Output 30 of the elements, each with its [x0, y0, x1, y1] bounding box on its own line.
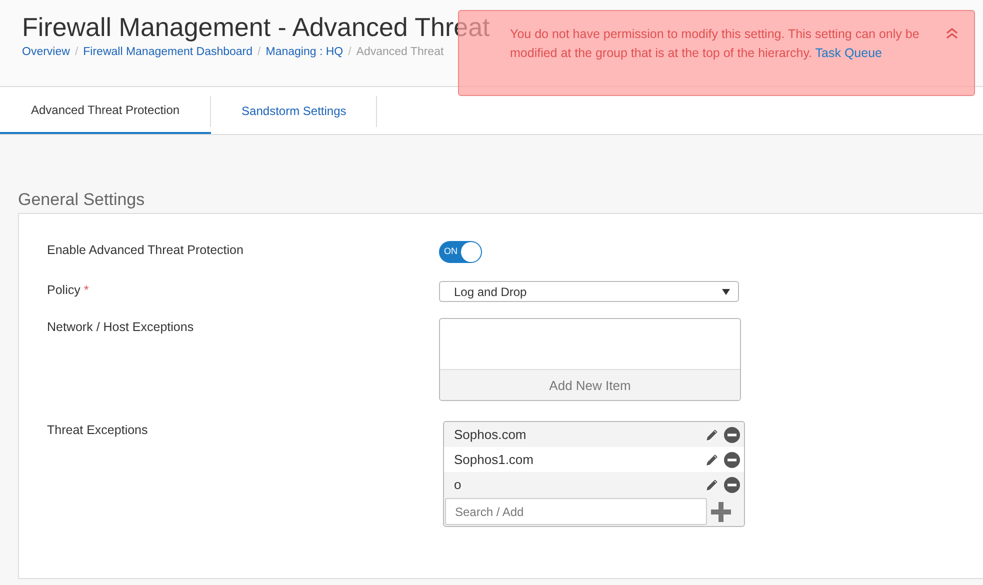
field-label: Enable Advanced Threat Protection [47, 242, 244, 257]
remove-icon[interactable] [724, 426, 740, 442]
field-label: Network / Host Exceptions [47, 319, 195, 334]
breadcrumb-link[interactable]: Managing : HQ [266, 46, 344, 58]
edit-icon[interactable] [704, 426, 720, 442]
list-item-text: Sophos.com [454, 427, 528, 442]
toggle-switch[interactable]: ON [439, 241, 482, 263]
add-icon[interactable] [711, 502, 731, 522]
field-label: Policy * [47, 282, 90, 297]
remove-icon[interactable] [724, 476, 740, 492]
tab[interactable]: Sandstorm Settings [210, 87, 378, 134]
tab[interactable]: Advanced Threat Protection [0, 87, 211, 134]
breadcrumb-current: Advanced Threat [356, 46, 444, 58]
breadcrumb-link[interactable]: Firewall Management Dashboard [83, 46, 253, 58]
section-title: General Settings [18, 190, 146, 211]
breadcrumb-separator: / [258, 46, 261, 58]
list-item-text: Sophos1.com [454, 452, 534, 467]
search-add-field[interactable]: Search / Add [445, 498, 707, 525]
edit-icon[interactable] [704, 476, 720, 492]
field-label: Threat Exceptions [47, 422, 149, 437]
breadcrumb-link[interactable]: Overview [22, 46, 70, 58]
breadcrumb-separator: / [348, 46, 352, 58]
add-new-item-button[interactable]: Add New Item [440, 369, 740, 400]
breadcrumb-separator: / [74, 46, 78, 58]
policy-dropdown[interactable]: Log and Drop [439, 281, 739, 302]
dropdown-caret-icon [722, 288, 730, 294]
remove-icon[interactable] [724, 452, 740, 468]
edit-icon[interactable] [704, 452, 720, 468]
list-item-text: o [454, 477, 462, 492]
alert-message: You do not have permission to modify this setting. This setting can only be modified at the group that is at the top of the hierarchy. Task Queue [510, 26, 920, 62]
